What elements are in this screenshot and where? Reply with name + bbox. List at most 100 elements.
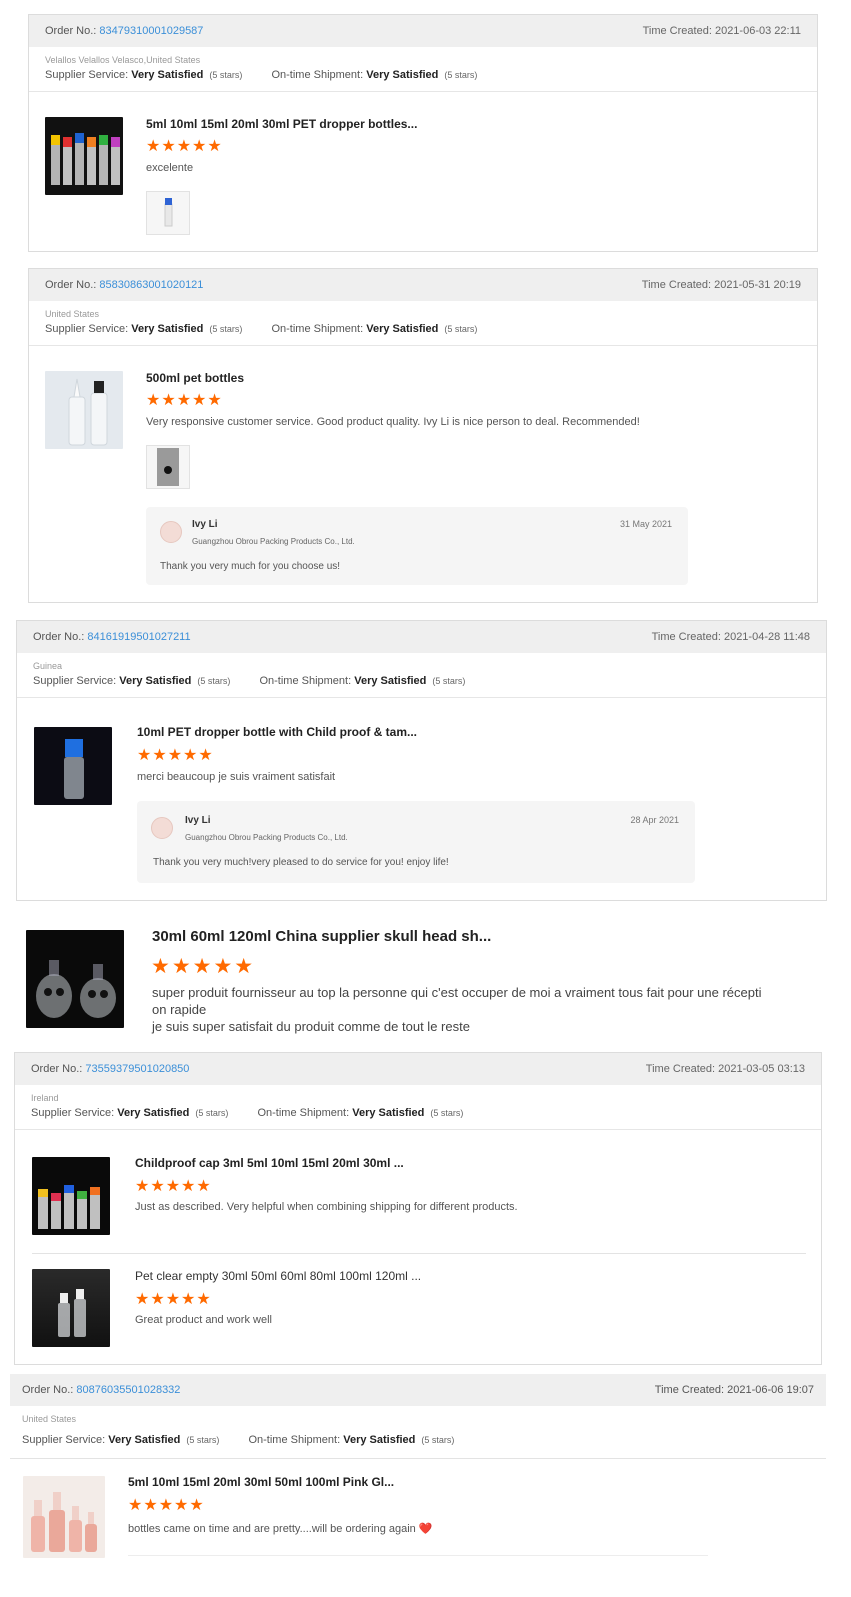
time-created: 2021-03-05 03:13 (718, 1063, 805, 1075)
shipment-stars: (5 stars) (432, 676, 466, 686)
review-card: Order No.: 84161919501027211 Time Create… (16, 620, 827, 901)
buyer-info: Ireland (31, 1093, 59, 1103)
supplier-stars: (5 stars) (197, 676, 231, 686)
buyer-info: Guinea (33, 661, 63, 671)
item-divider (128, 1555, 708, 1556)
review-card: Order No.: 83479310001029587 Time Create… (28, 14, 818, 252)
ratings-row: Supplier Service: Very Satisfied (5 stars… (29, 321, 817, 345)
product-title-link[interactable]: 500ml pet bottles (146, 371, 244, 385)
review-card: Order No.: 85830863001020121 Time Create… (28, 268, 818, 603)
review-photo[interactable] (146, 445, 190, 489)
supplier-value: Very Satisfied (131, 69, 204, 81)
review-comment: Just as described. Very helpful when com… (135, 1201, 518, 1213)
dropper-bottles-image (51, 133, 120, 185)
pet-bottle-image (68, 378, 108, 446)
supplier-stars: (5 stars) (209, 70, 243, 80)
time-created: 2021-06-03 22:11 (714, 25, 801, 37)
supplier-value: Very Satisfied (119, 675, 192, 687)
ratings-row: Supplier Service: Very Satisfied (5 stars… (15, 1105, 821, 1129)
supplier-label: Supplier Service: (33, 675, 117, 687)
order-label: Order No.: (33, 631, 85, 643)
seller-company: Guangzhou Obrou Packing Products Co., Lt… (192, 537, 355, 546)
time-created: 2021-04-28 11:48 (723, 631, 810, 643)
dropper-bottle-image (64, 739, 84, 799)
review-card: Order No.: 73559379501020850 Time Create… (14, 1052, 822, 1365)
star-rating: ★★★★★ (146, 392, 223, 409)
divider (29, 91, 817, 92)
star-rating: ★★★★★ (128, 1497, 205, 1514)
star-rating: ★★★★★ (135, 1178, 212, 1195)
product-title-link[interactable]: Pet clear empty 30ml 50ml 60ml 80ml 100m… (135, 1269, 421, 1283)
star-rating: ★★★★★ (146, 138, 223, 155)
shipment-label: On-time Shipment: (271, 69, 364, 81)
photo-image (157, 448, 179, 486)
shipment-stars: (5 stars) (430, 1108, 464, 1118)
product-thumbnail[interactable] (26, 930, 124, 1028)
shipment-stars: (5 stars) (421, 1435, 455, 1445)
supplier-label: Supplier Service: (45, 69, 129, 81)
review-comment: super produit fournisseur au top la pers… (152, 984, 792, 1035)
supplier-label: Supplier Service: (45, 323, 129, 335)
order-header: Order No.: 85830863001020121 Time Create… (29, 269, 817, 301)
order-header: Order No.: 73559379501020850 Time Create… (15, 1053, 821, 1085)
product-thumbnail[interactable] (34, 727, 112, 805)
order-header: Order No.: 80876035501028332 Time Create… (10, 1374, 826, 1406)
order-number-link[interactable]: 84161919501027211 (87, 631, 190, 643)
review-comment: Great product and work well (135, 1314, 272, 1326)
supplier-value: Very Satisfied (117, 1107, 190, 1119)
product-title-link[interactable]: 5ml 10ml 15ml 20ml 30ml PET dropper bott… (146, 117, 417, 131)
star-rating: ★★★★★ (135, 1291, 212, 1308)
product-title-link[interactable]: Childproof cap 3ml 5ml 10ml 15ml 20ml 30… (135, 1156, 404, 1170)
supplier-stars: (5 stars) (209, 324, 243, 334)
order-number-link[interactable]: 80876035501028332 (76, 1384, 180, 1396)
product-thumbnail[interactable] (23, 1476, 105, 1558)
order-number-link[interactable]: 85830863001020121 (99, 279, 203, 291)
order-label: Order No.: (31, 1063, 83, 1075)
product-title-link[interactable]: 5ml 10ml 15ml 20ml 30ml 50ml 100ml Pink … (128, 1475, 394, 1489)
shipment-value: Very Satisfied (366, 323, 439, 335)
divider (17, 697, 826, 698)
product-thumbnail[interactable] (32, 1157, 110, 1235)
review-comment: bottles came on time and are pretty....w… (128, 1523, 433, 1535)
time-label: Time Created: (645, 1063, 716, 1075)
order-label: Order No.: (45, 25, 97, 37)
review-photo[interactable] (146, 191, 190, 235)
item-divider (32, 1253, 806, 1254)
buyer-info: United States (22, 1414, 77, 1424)
supplier-value: Very Satisfied (131, 323, 204, 335)
shipment-value: Very Satisfied (343, 1434, 416, 1446)
reply-date: 31 May 2021 (619, 519, 672, 529)
order-label: Order No.: (45, 279, 97, 291)
review-comment: excelente (146, 162, 194, 174)
shipment-value: Very Satisfied (352, 1107, 425, 1119)
time-created: 2021-06-06 19:07 (727, 1384, 814, 1396)
supplier-label: Supplier Service: (22, 1434, 106, 1446)
reply-text: Thank you very much for you choose us! (160, 561, 341, 572)
order-number-link[interactable]: 73559379501020850 (85, 1063, 189, 1075)
divider (10, 1458, 826, 1459)
order-number-link[interactable]: 83479310001029587 (99, 25, 203, 37)
childproof-bottles-image (38, 1185, 100, 1229)
shipment-value: Very Satisfied (366, 69, 439, 81)
pink-glass-bottles-image (31, 1492, 97, 1552)
product-title-link[interactable]: 10ml PET dropper bottle with Child proof… (137, 725, 417, 739)
ratings-row: Supplier Service: Very Satisfied (5 stars… (10, 1432, 496, 1456)
supplier-label: Supplier Service: (31, 1107, 115, 1119)
product-title-link[interactable]: 30ml 60ml 120ml China supplier skull hea… (152, 928, 491, 945)
order-header: Order No.: 84161919501027211 Time Create… (17, 621, 826, 653)
seller-avatar (151, 817, 173, 839)
time-created: 2021-05-31 20:19 (714, 279, 801, 291)
product-thumbnail[interactable] (45, 371, 123, 449)
seller-reply: Ivy Li Guangzhou Obrou Packing Products … (137, 801, 695, 883)
ratings-row: Supplier Service: Very Satisfied (5 stars… (17, 673, 826, 697)
time-label: Time Created: (642, 25, 712, 37)
seller-reply: Ivy Li Guangzhou Obrou Packing Products … (146, 507, 688, 585)
review-comment: merci beaucoup je suis vraiment satisfai… (137, 771, 336, 783)
shipment-label: On-time Shipment: (271, 323, 364, 335)
skull-bottles-image (36, 960, 116, 1018)
shipment-value: Very Satisfied (354, 675, 427, 687)
star-rating: ★★★★★ (137, 747, 214, 764)
seller-name: Ivy Li (192, 519, 218, 530)
product-thumbnail[interactable] (32, 1269, 110, 1347)
product-thumbnail[interactable] (45, 117, 123, 195)
